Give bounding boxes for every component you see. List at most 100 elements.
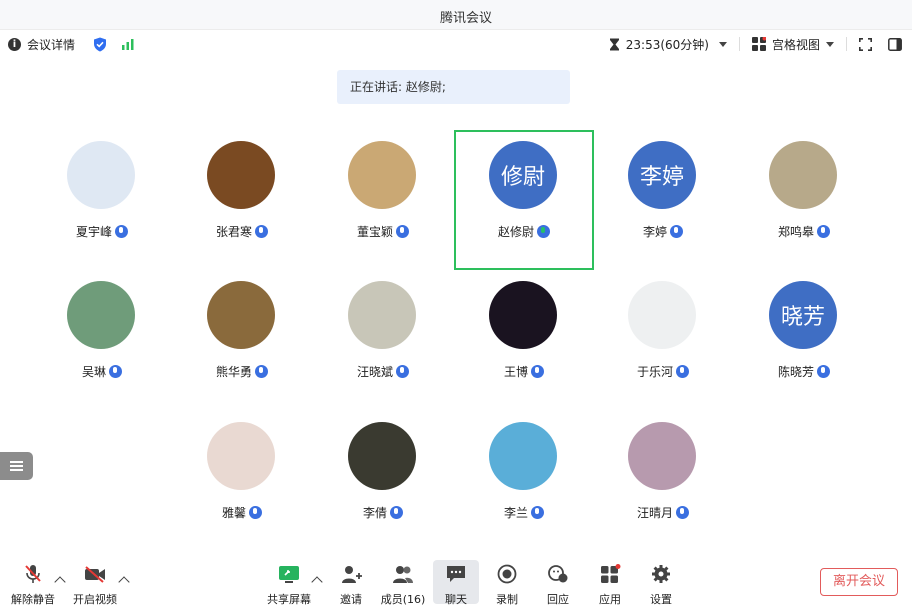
mic-icon — [109, 365, 122, 378]
settings-button[interactable]: 设置 — [638, 564, 684, 607]
avatar — [489, 422, 557, 490]
mic-icon — [249, 506, 262, 519]
avatar — [67, 281, 135, 349]
add-user-icon — [342, 566, 362, 583]
muted-mic-icon — [25, 565, 41, 583]
participant-name: 陈晓芳 — [777, 365, 814, 379]
participant-tile[interactable]: 晓芳 陈晓芳 — [734, 270, 874, 410]
chat-icon — [447, 566, 465, 582]
participant-name: 王博 — [503, 365, 528, 379]
share-screen-label: 共享屏幕 — [267, 593, 311, 606]
gear-icon — [652, 565, 670, 583]
participant-tile[interactable]: 郑鸣皋 — [734, 130, 874, 270]
record-icon — [497, 564, 517, 584]
participant-name: 赵修尉 — [497, 225, 534, 239]
participant-name: 李倩 — [362, 506, 387, 520]
share-options-caret-icon[interactable] — [311, 576, 323, 588]
participant-tile[interactable]: 汪晴月 — [593, 411, 733, 551]
participant-tile[interactable]: 夏宇峰 — [32, 130, 172, 270]
mic-icon — [396, 225, 409, 238]
start-video-button[interactable]: 开启视频 — [72, 564, 118, 607]
share-screen-icon — [279, 566, 299, 583]
mic-icon — [531, 506, 544, 519]
video-off-icon — [85, 566, 105, 583]
participant-name: 汪晓斌 — [356, 365, 393, 379]
participant-grid: 夏宇峰 张君寒 董宝颖 修尉 赵修尉 李婷 李婷 郑鸣皋 吴琳 熊华勇 汪晓斌 … — [0, 0, 912, 608]
list-icon — [10, 459, 23, 473]
unmute-label: 解除静音 — [11, 593, 55, 606]
avatar — [348, 422, 416, 490]
mic-icon — [676, 365, 689, 378]
avatar — [207, 141, 275, 209]
participant-tile[interactable]: 雅馨 — [172, 411, 312, 551]
avatar — [489, 281, 557, 349]
mic-icon — [670, 225, 683, 238]
apps-icon — [601, 564, 621, 583]
invite-label: 邀请 — [340, 593, 362, 606]
mic-icon — [255, 365, 268, 378]
participant-name: 夏宇峰 — [75, 225, 112, 239]
participant-tile[interactable]: 董宝颖 — [313, 130, 453, 270]
mic-speaking-icon — [537, 225, 550, 238]
avatar — [207, 281, 275, 349]
chat-button[interactable]: 聊天 — [433, 560, 479, 606]
bottom-toolbar: 解除静音 开启视频 共享屏幕 邀请 成员(16) 聊天 录制 回应 应用 设置 … — [0, 556, 912, 608]
participant-tile[interactable]: 王博 — [454, 270, 594, 410]
mic-icon — [390, 506, 403, 519]
member-list-toggle[interactable] — [0, 452, 33, 480]
participant-tile[interactable]: 汪晓斌 — [313, 270, 453, 410]
participant-tile[interactable]: 于乐河 — [593, 270, 733, 410]
members-icon — [393, 566, 413, 583]
participant-tile[interactable]: 吴琳 — [32, 270, 172, 410]
mic-icon — [676, 506, 689, 519]
unmute-button[interactable]: 解除静音 — [10, 564, 56, 607]
mic-icon — [115, 225, 128, 238]
apps-button[interactable]: 应用 — [587, 564, 633, 607]
reactions-icon — [548, 565, 568, 583]
avatar — [348, 141, 416, 209]
participant-name: 李兰 — [503, 506, 528, 520]
audio-options-caret-icon[interactable] — [54, 576, 66, 588]
participant-name: 于乐河 — [636, 365, 673, 379]
reactions-button[interactable]: 回应 — [535, 564, 581, 607]
members-label: 成员(16) — [380, 593, 426, 606]
avatar: 晓芳 — [769, 281, 837, 349]
invite-button[interactable]: 邀请 — [328, 564, 374, 607]
participant-name: 熊华勇 — [215, 365, 252, 379]
participant-tile[interactable]: 张君寒 — [172, 130, 312, 270]
video-options-caret-icon[interactable] — [118, 576, 130, 588]
mic-icon — [255, 225, 268, 238]
mic-icon — [396, 365, 409, 378]
leave-meeting-button[interactable]: 离开会议 — [820, 568, 898, 596]
avatar — [769, 141, 837, 209]
participant-name: 郑鸣皋 — [777, 225, 814, 239]
apps-label: 应用 — [599, 593, 621, 606]
avatar — [348, 281, 416, 349]
participant-tile[interactable]: 熊华勇 — [172, 270, 312, 410]
participant-name: 雅馨 — [221, 506, 246, 520]
participant-name: 张君寒 — [215, 225, 252, 239]
participant-name: 汪晴月 — [636, 506, 673, 520]
participant-tile[interactable]: 李倩 — [313, 411, 453, 551]
share-screen-button[interactable]: 共享屏幕 — [266, 564, 312, 607]
avatar — [67, 141, 135, 209]
participant-tile[interactable]: 李婷 李婷 — [593, 130, 733, 270]
mic-icon — [531, 365, 544, 378]
mic-icon — [817, 225, 830, 238]
record-button[interactable]: 录制 — [484, 564, 530, 607]
record-label: 录制 — [496, 593, 518, 606]
participant-tile-active-speaker[interactable]: 修尉 赵修尉 — [454, 130, 594, 270]
settings-label: 设置 — [650, 593, 672, 606]
participant-name: 吴琳 — [81, 365, 106, 379]
start-video-label: 开启视频 — [73, 593, 117, 606]
avatar — [628, 422, 696, 490]
participant-name: 李婷 — [642, 225, 667, 239]
avatar — [628, 281, 696, 349]
reactions-label: 回应 — [547, 593, 569, 606]
chat-label: 聊天 — [445, 593, 467, 606]
participant-tile[interactable]: 李兰 — [454, 411, 594, 551]
members-button[interactable]: 成员(16) — [380, 564, 426, 607]
avatar: 修尉 — [489, 141, 557, 209]
mic-icon — [817, 365, 830, 378]
participant-name: 董宝颖 — [356, 225, 393, 239]
